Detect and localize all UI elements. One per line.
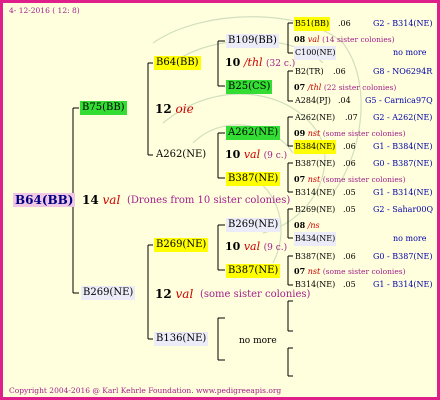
g6-a-score: .06 — [343, 252, 356, 261]
g1-a-name[interactable]: B51(BB) — [294, 17, 331, 31]
g2-b-score: .04 — [338, 96, 351, 105]
g2-a-score: .06 — [333, 67, 346, 76]
gen1-top-queen[interactable]: B75(BB) — [80, 101, 127, 115]
g4-b-score: .05 — [343, 188, 356, 197]
g2-a-name[interactable]: B2(TR) — [295, 65, 324, 79]
gen1-bottom-desc: val — [175, 287, 194, 301]
g4-note: (some sister colonies) — [322, 175, 406, 184]
g1-b-ref: no more — [393, 48, 427, 57]
g1-a-ref: G2 - B314(NE) — [373, 19, 433, 28]
g2-num: 07 — [294, 82, 306, 92]
gen3-b269-note: (9 c.) — [263, 243, 288, 253]
g5-b-ref: no more — [393, 234, 427, 243]
gen2-b64[interactable]: B64(BB) — [154, 56, 201, 70]
report-date: 4- 12-2016 ( 12: 8) — [9, 6, 80, 15]
g5-a-name[interactable]: B269(NE) — [295, 203, 335, 217]
g5-num: 08 — [294, 220, 306, 230]
gen3-b109-num: 10 — [225, 56, 241, 69]
gen1-top-desc: oie — [175, 102, 194, 116]
g1-note: (14 sister colonies) — [322, 35, 395, 44]
g3-b-ref: G1 - B384(NE) — [373, 142, 433, 151]
g3-a-ref: G2 - A262(NE) — [373, 113, 433, 122]
g3-a-score: .07 — [345, 113, 358, 122]
g3-b-score: .06 — [343, 142, 356, 151]
gen3-b269[interactable]: B269(NE) — [226, 218, 281, 232]
copyright-footer: Copyright 2004-2016 @ Karl Kehrle Founda… — [9, 386, 282, 395]
g4-num: 07 — [294, 174, 306, 184]
gen3-b109[interactable]: B109(BB) — [226, 34, 279, 48]
g6-b-score: .05 — [343, 280, 356, 289]
gen3-b387b[interactable]: B387(NE) — [226, 264, 281, 278]
g6-a-ref: G0 - B387(NE) — [373, 252, 433, 261]
g4-a-ref: G0 - B387(NE) — [373, 159, 433, 168]
gen3-b387a[interactable]: B387(NE) — [226, 172, 281, 186]
g6-b-ref: G1 - B314(NE) — [373, 280, 433, 289]
g3-a-name[interactable]: A262(NE) — [295, 111, 335, 125]
g4-desc: nst — [307, 175, 321, 184]
gen3-a262-num: 10 — [225, 148, 241, 161]
g6-note: (some sister colonies) — [322, 267, 406, 276]
gen1-bottom-num: 12 — [155, 287, 172, 301]
g4-a-score: .06 — [343, 159, 356, 168]
g6-b-name[interactable]: B314(NE) — [295, 278, 335, 292]
g1-num: 08 — [294, 34, 306, 44]
gen1-bottom-queen[interactable]: B269(NE) — [81, 286, 136, 300]
g1-a-score: .06 — [338, 19, 351, 28]
g2-a-ref: G8 - NO6294R — [373, 67, 433, 76]
g5-b-name[interactable]: B434(NE) — [294, 232, 337, 246]
gen3-b269-num: 10 — [225, 240, 241, 253]
g1-b-name[interactable]: C100(NE) — [294, 46, 337, 60]
gen2-a262[interactable]: A262(NE) — [154, 148, 208, 162]
gen3-a262-desc: val — [243, 148, 261, 161]
gen3-b109-note: (32 c.) — [266, 59, 296, 69]
g4-a-name[interactable]: B387(NE) — [295, 157, 335, 171]
g5-a-ref: G2 - Sahar00Q — [373, 205, 434, 214]
g3-num: 09 — [294, 128, 306, 138]
gen3-a262[interactable]: A262(NE) — [226, 126, 281, 140]
root-note: (Drones from 10 sister colonies) — [127, 195, 291, 206]
g4-b-ref: G1 - B314(NE) — [373, 188, 433, 197]
g3-b-name[interactable]: B384(NE) — [294, 140, 337, 154]
gen3-b109-desc: /thl — [243, 56, 263, 69]
gen3-a262-note: (9 c.) — [263, 151, 288, 161]
g2-b-name[interactable]: A284(PJ) — [295, 94, 331, 108]
root-desc: val — [102, 193, 121, 207]
root-queen[interactable]: B64(BB) — [13, 193, 76, 207]
gen2-b269[interactable]: B269(NE) — [154, 238, 209, 252]
g3-desc: nst — [307, 129, 321, 138]
gen2-b136-note: no more — [239, 336, 277, 346]
g4-b-name[interactable]: B314(NE) — [295, 186, 335, 200]
gen2-b136[interactable]: B136(NE) — [154, 332, 209, 346]
gen3-b269-desc: val — [243, 240, 261, 253]
g3-note: (some sister colonies) — [322, 129, 406, 138]
gen1-bottom-note: (some sister colonies) — [200, 289, 311, 300]
g6-a-name[interactable]: B387(NE) — [295, 250, 335, 264]
gen1-top-num: 12 — [155, 102, 172, 116]
g5-a-score: .05 — [343, 205, 356, 214]
root-num: 14 — [82, 193, 99, 207]
g2-b-ref: G5 - Carnica97Q — [365, 96, 433, 105]
g6-num: 07 — [294, 266, 306, 276]
gen3-b25[interactable]: B25(CS) — [226, 80, 273, 94]
g2-note: (22 sister colonies) — [323, 83, 397, 92]
g2-desc: /thl — [307, 83, 322, 92]
g5-desc: /ns — [307, 221, 320, 230]
pedigree-frame: 4- 12-2016 ( 12: 8) B64(BB) 14 val (Dron… — [0, 0, 440, 400]
g6-desc: nst — [307, 267, 321, 276]
g1-desc: val — [307, 35, 320, 44]
